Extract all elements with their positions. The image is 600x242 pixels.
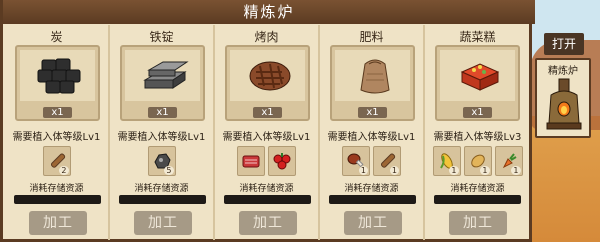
recipe-list: 炭 x1 需要植入体等级Lv1 2 消耗存储资源 加工 铁锭 x1 需要植入体等…: [5, 25, 531, 240]
output-item-slot[interactable]: x1: [330, 45, 415, 121]
progress-bar: [224, 195, 311, 204]
material-slot[interactable]: 1: [494, 146, 523, 176]
material-slot[interactable]: 1: [463, 146, 492, 176]
process-button[interactable]: 加工: [134, 211, 192, 235]
building-label: 精炼炉: [548, 66, 578, 77]
iron-ingot-icon: [143, 61, 189, 89]
material-list: 2: [5, 146, 108, 176]
progress-bar: [434, 195, 521, 204]
material-count: 1: [449, 166, 459, 175]
building-card[interactable]: 精炼炉: [535, 58, 591, 138]
material-count: 5: [164, 166, 174, 175]
material-count: 2: [59, 166, 69, 175]
process-button[interactable]: 加工: [344, 211, 402, 235]
output-quantity: x1: [358, 107, 387, 118]
consume-label: 消耗存储资源: [134, 184, 189, 194]
level-requirement: 需要植入体等级Lv1: [12, 132, 101, 143]
progress-bar: [329, 195, 416, 204]
material-list: [215, 146, 318, 176]
recipe-name: 肥料: [359, 30, 384, 44]
consume-label: 消耗存储资源: [344, 184, 399, 194]
material-slot[interactable]: 1: [373, 146, 401, 176]
recipe-name: 烤肉: [254, 30, 279, 44]
roast-meat-icon: [249, 61, 291, 91]
material-count: 1: [480, 166, 490, 175]
material-count: 1: [511, 166, 521, 175]
output-item-slot[interactable]: x1: [15, 45, 100, 121]
recipe-card-charcoal: 炭 x1 需要植入体等级Lv1 2 消耗存储资源 加工: [5, 25, 110, 240]
vegetable-cake-icon: [460, 63, 500, 91]
material-slot[interactable]: 1: [432, 146, 461, 176]
level-requirement: 需要植入体等级Lv1: [327, 132, 416, 143]
output-item-slot[interactable]: x1: [435, 45, 520, 121]
process-button[interactable]: 加工: [239, 211, 297, 235]
progress-bar: [14, 195, 101, 204]
material-count: 1: [389, 166, 399, 175]
material-count: 1: [358, 166, 368, 175]
process-button[interactable]: 加工: [449, 211, 507, 235]
level-requirement: 需要植入体等级Lv1: [222, 132, 311, 143]
material-list: 1 1 1: [425, 146, 530, 176]
process-button[interactable]: 加工: [29, 211, 87, 235]
material-slot[interactable]: [237, 146, 265, 176]
recipe-card-roast-meat: 烤肉 x1 需要植入体等级Lv1 消耗存储资源 加工: [215, 25, 320, 240]
window-title: 精炼炉: [3, 0, 535, 24]
material-slot[interactable]: 5: [147, 146, 176, 176]
raw-meat-icon: [242, 155, 260, 168]
recipe-name: 铁锭: [149, 30, 174, 44]
berries-icon: [273, 153, 291, 170]
recipe-name: 蔬菜糕: [459, 30, 496, 44]
refinery-panel: 精炼炉 炭 x1 需要植入体等级Lv1 2 消耗存储资源 加工 铁锭 x1 需要…: [0, 0, 535, 242]
charcoal-icon: [37, 58, 81, 94]
material-slot[interactable]: [268, 146, 296, 176]
output-quantity: x1: [148, 107, 177, 118]
material-list: 1 1: [320, 146, 423, 176]
progress-bar: [119, 195, 206, 204]
recipe-card-iron-ingot: 铁锭 x1 需要植入体等级Lv1 5 消耗存储资源 加工: [110, 25, 215, 240]
consume-label: 消耗存储资源: [239, 184, 294, 194]
recipe-card-fertilizer: 肥料 x1 需要植入体等级Lv1 1 1 消耗存储资源 加工: [320, 25, 425, 240]
material-slot[interactable]: 2: [42, 146, 71, 176]
output-quantity: x1: [253, 107, 282, 118]
material-slot[interactable]: 1: [342, 146, 370, 176]
material-list: 5: [110, 146, 213, 176]
level-requirement: 需要植入体等级Lv3: [433, 132, 522, 143]
level-requirement: 需要植入体等级Lv1: [117, 132, 206, 143]
consume-label: 消耗存储资源: [450, 184, 505, 194]
fertilizer-sack-icon: [360, 59, 390, 94]
recipe-card-vegetable-cake: 蔬菜糕 x1 需要植入体等级Lv3 1 1 1 消耗存储资源 加工: [425, 25, 530, 240]
output-quantity: x1: [43, 107, 72, 118]
recipe-name: 炭: [50, 30, 63, 44]
furnace-icon: [546, 78, 582, 130]
open-button[interactable]: 打开: [544, 33, 584, 55]
output-quantity: x1: [463, 107, 492, 118]
consume-label: 消耗存储资源: [29, 184, 84, 194]
output-item-slot[interactable]: x1: [225, 45, 310, 121]
output-item-slot[interactable]: x1: [120, 45, 205, 121]
